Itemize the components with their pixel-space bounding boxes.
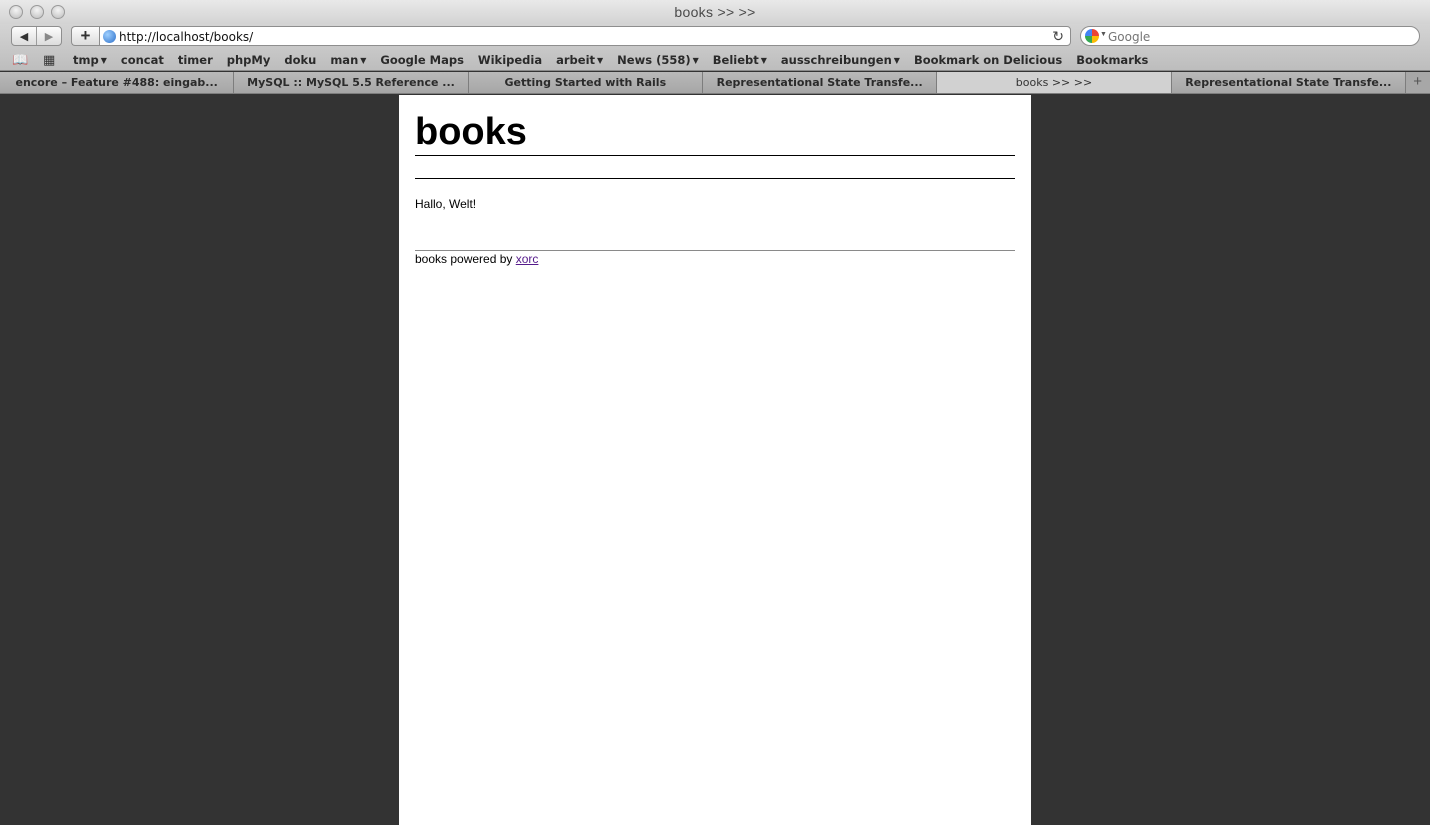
greeting-text: Hallo, Welt!: [415, 197, 477, 211]
forward-button[interactable]: ▶: [36, 27, 61, 45]
tab-label: Getting Started with Rails: [504, 76, 667, 89]
plus-icon: +: [80, 26, 91, 45]
new-tab-button[interactable]: +: [1413, 73, 1422, 90]
top-sites-grid-icon[interactable]: ▦: [43, 52, 55, 68]
tab[interactable]: encore – Feature #488: eingab...: [0, 72, 235, 93]
bookmark-label: concat: [120, 52, 164, 67]
tab[interactable]: MySQL :: MySQL 5.5 Reference ...: [234, 72, 469, 93]
tab-bar: + encore – Feature #488: eingab... MySQL …: [0, 72, 1430, 94]
bookmarks-list: tmp ▼ concat timer phpMy doku man ▼ Google Maps W…: [66, 48, 1155, 71]
dropdown-caret-icon: ▼: [760, 55, 767, 65]
url-input[interactable]: [119, 28, 1039, 45]
search-box[interactable]: ▼: [1080, 26, 1420, 46]
bookmark-item[interactable]: News (558) ▼: [610, 53, 706, 67]
search-input[interactable]: [1108, 28, 1408, 45]
bookmark-label: arbeit: [556, 52, 596, 67]
dropdown-caret-icon: ▼: [100, 55, 107, 65]
page-heading: books: [415, 111, 527, 153]
globe-icon: [103, 30, 116, 43]
bookmark-label: News (558): [617, 52, 691, 67]
bookmark-label: doku: [284, 52, 317, 67]
tab-active[interactable]: books >> >>: [937, 72, 1172, 93]
dropdown-caret-icon: ▼: [692, 55, 699, 65]
bookmark-item[interactable]: Bookmark on Delicious: [907, 53, 1069, 67]
bookmark-item[interactable]: Beliebt ▼: [706, 53, 774, 67]
bookmarks-bar: 📖 ▦ tmp ▼ concat timer phpMy doku man ▼ Google M…: [0, 48, 1430, 71]
back-arrow-icon: ◀: [19, 30, 29, 43]
dropdown-caret-icon: ▼: [360, 55, 367, 65]
bookmark-item[interactable]: Google Maps: [373, 53, 471, 67]
bookmark-label: man: [330, 52, 359, 67]
tab-label: encore – Feature #488: eingab...: [15, 76, 218, 89]
browser-toolbar: ◀ ▶ + ↻ ▼: [0, 24, 1430, 48]
bookmark-item[interactable]: Wikipedia: [471, 53, 549, 67]
bookmark-item[interactable]: timer: [171, 53, 220, 67]
tab-label: MySQL :: MySQL 5.5 Reference ...: [247, 76, 455, 89]
bookmark-label: tmp: [73, 52, 99, 67]
bookmark-item[interactable]: man ▼: [323, 53, 373, 67]
footer-text: books powered by: [415, 252, 516, 266]
xorc-link[interactable]: xorc: [516, 252, 539, 266]
bookmark-label: Beliebt: [712, 52, 759, 67]
google-icon[interactable]: [1085, 29, 1099, 43]
bookmark-item[interactable]: tmp ▼: [66, 53, 114, 67]
forward-arrow-icon: ▶: [44, 30, 54, 43]
footer-divider: [415, 250, 1015, 251]
viewport: books Hallo, Welt! books powered by xorc: [0, 95, 1430, 825]
page-content: books Hallo, Welt! books powered by xorc: [399, 95, 1031, 825]
bookmark-label: Google Maps: [380, 52, 464, 67]
bookmark-label: phpMy: [226, 52, 271, 67]
bookmark-item[interactable]: doku: [277, 53, 323, 67]
add-bookmark-button[interactable]: +: [71, 26, 99, 46]
bookmark-item[interactable]: phpMy: [220, 53, 278, 67]
bookmark-label: Wikipedia: [477, 52, 543, 67]
address-bar[interactable]: ↻: [99, 26, 1071, 46]
dropdown-caret-icon: ▼: [597, 55, 604, 65]
header-divider: [415, 178, 1015, 179]
footer: books powered by xorc: [415, 252, 538, 266]
bookmark-label: timer: [177, 52, 213, 67]
tab-label: Representational State Transfe...: [1185, 76, 1392, 89]
bookmark-label: ausschreibungen: [780, 52, 892, 67]
bookmark-item[interactable]: arbeit ▼: [549, 53, 610, 67]
title-bar: books >> >>: [0, 0, 1430, 24]
navigation-buttons: ◀ ▶: [11, 26, 62, 46]
back-button[interactable]: ◀: [12, 27, 36, 45]
bookmark-item[interactable]: concat: [114, 53, 171, 67]
dropdown-caret-icon: ▼: [893, 55, 900, 65]
bookmark-item[interactable]: Bookmarks: [1069, 53, 1155, 67]
bookmarks-book-icon[interactable]: 📖: [12, 52, 28, 68]
tab[interactable]: Representational State Transfe...: [703, 72, 938, 93]
heading-divider: [415, 155, 1015, 156]
tab[interactable]: Getting Started with Rails: [468, 72, 703, 93]
window-title: books >> >>: [674, 4, 756, 20]
reload-icon[interactable]: ↻: [1052, 28, 1064, 45]
bookmark-label: Bookmark on Delicious: [913, 52, 1063, 67]
tab[interactable]: Representational State Transfe...: [1171, 72, 1406, 93]
tab-label: books >> >>: [1015, 76, 1093, 89]
tab-label: Representational State Transfe...: [716, 76, 923, 89]
search-engine-dropdown-icon[interactable]: ▼: [1100, 31, 1107, 38]
bookmark-item[interactable]: ausschreibungen ▼: [774, 53, 907, 67]
bookmark-label: Bookmarks: [1076, 52, 1149, 67]
